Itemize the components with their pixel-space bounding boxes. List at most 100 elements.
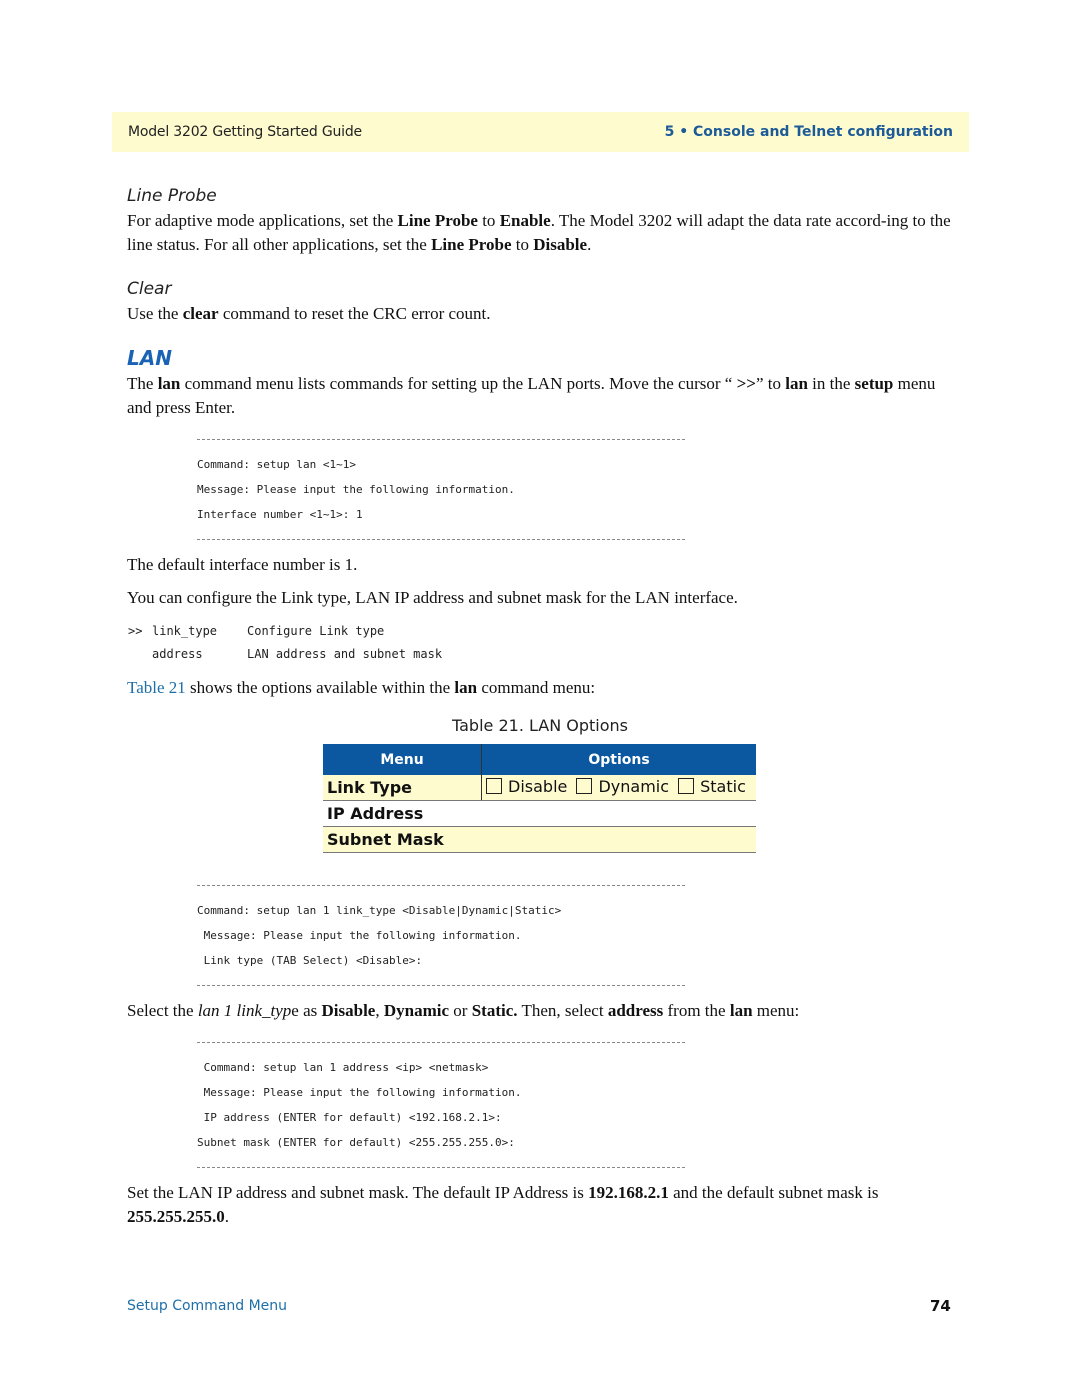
chapter-title: 5 • Console and Telnet configuration	[664, 124, 953, 140]
term: 192.168.2.1	[588, 1183, 669, 1202]
line-probe-heading: Line Probe	[127, 186, 217, 206]
select-link-type-text: Select the lan 1 link_type as Disable, D…	[127, 999, 957, 1023]
term: Static.	[471, 1001, 518, 1020]
text: command to reset the CRC error count.	[218, 304, 491, 323]
text: menu:	[752, 1001, 800, 1020]
text: .	[224, 1207, 229, 1226]
default-address-text: Set the LAN IP address and subnet mask. …	[127, 1181, 957, 1229]
text: ” to	[755, 374, 786, 393]
text: Select the	[127, 1001, 198, 1020]
term: lan	[785, 374, 808, 393]
checkbox-icon[interactable]	[486, 778, 502, 795]
divider	[197, 1167, 685, 1168]
options-cell	[481, 826, 756, 853]
option-dynamic[interactable]: Dynamic	[576, 777, 669, 796]
term: lan	[454, 678, 478, 697]
option-static[interactable]: Static	[678, 777, 746, 796]
table-row: IP Address	[323, 800, 756, 827]
code-line: Message: Please input the following info…	[197, 483, 515, 496]
menu-cell: Subnet Mask	[323, 826, 482, 853]
code-line: Command: setup lan 1 address <ip> <netma…	[197, 1061, 489, 1074]
lan-options-table: Menu Options Link Type Disable Dynamic S…	[323, 744, 756, 853]
term: setup	[854, 374, 894, 393]
code-block-setup-lan: Command: setup lan <1~1> Message: Please…	[197, 439, 685, 540]
code-line: Message: Please input the following info…	[197, 1086, 522, 1099]
page-header: Model 3202 Getting Started Guide 5 • Con…	[112, 112, 969, 152]
divider	[197, 985, 685, 986]
term: address	[607, 1001, 664, 1020]
code-line: Subnet mask (ENTER for default) <255.255…	[197, 1136, 515, 1149]
text: ,	[375, 1001, 384, 1020]
cursor-indicator	[128, 643, 152, 666]
options-cell	[481, 800, 756, 827]
options-cell: Disable Dynamic Static	[481, 775, 756, 801]
header-options: Options	[481, 744, 756, 775]
menu-cell: Link Type	[323, 775, 482, 801]
footer-section[interactable]: Setup Command Menu	[127, 1298, 287, 1314]
term: lan 1 link_typ	[197, 1001, 292, 1020]
page-number: 74	[930, 1297, 951, 1315]
header-menu: Menu	[323, 744, 482, 775]
text: For adaptive mode applications, set the	[127, 211, 398, 230]
text: e as	[291, 1001, 322, 1020]
term: 255.255.255.0	[127, 1207, 225, 1226]
text: shows the options available within the	[185, 678, 455, 697]
menu-description: LAN address and subnet mask	[247, 647, 443, 661]
term: >>	[736, 374, 756, 393]
table-reference-text: Table 21 shows the options available wit…	[127, 676, 957, 700]
option-label: Dynamic	[598, 776, 670, 796]
table-header-row: Menu Options	[323, 744, 756, 775]
code-line: Interface number <1~1>: 1	[197, 508, 363, 521]
text: in the	[807, 374, 855, 393]
menu-cell: IP Address	[323, 800, 482, 827]
term: Disable	[321, 1001, 376, 1020]
text: and the default subnet mask is	[668, 1183, 879, 1202]
line-probe-text: For adaptive mode applications, set the …	[127, 209, 957, 257]
guide-title: Model 3202 Getting Started Guide	[128, 124, 362, 140]
table-row: Link Type Disable Dynamic Static	[323, 775, 756, 801]
clear-heading: Clear	[127, 279, 172, 299]
term: Line Probe	[431, 235, 512, 254]
term: Dynamic	[383, 1001, 450, 1020]
text: command menu lists commands for setting …	[180, 374, 737, 393]
table-21-link[interactable]: Table 21	[127, 678, 186, 697]
text: Then, select	[517, 1001, 608, 1020]
lan-intro: The lan command menu lists commands for …	[127, 372, 957, 420]
menu-item-link-type[interactable]: >> link_type Configure Link type	[128, 620, 442, 643]
text: command menu:	[477, 678, 596, 697]
code-line: Link type (TAB Select) <Disable>:	[197, 954, 423, 967]
checkbox-icon[interactable]	[678, 778, 695, 795]
option-disable[interactable]: Disable	[486, 777, 567, 796]
clear-text: Use the clear command to reset the CRC e…	[127, 302, 957, 326]
code-block-link-type: Command: setup lan 1 link_type <Disable|…	[197, 885, 685, 986]
cursor-indicator: >>	[128, 624, 143, 638]
divider	[197, 539, 685, 540]
default-interface-text: The default interface number is 1.	[127, 555, 358, 574]
menu-command: address	[152, 647, 203, 661]
code-line: Message: Please input the following info…	[197, 929, 522, 942]
text: The	[127, 374, 158, 393]
text: or	[449, 1001, 472, 1020]
text: Use the	[127, 304, 183, 323]
checkbox-icon[interactable]	[576, 778, 593, 795]
lan-heading: LAN	[127, 346, 172, 370]
term: lan	[729, 1001, 753, 1020]
lan-menu-list: >> link_type Configure Link type address…	[128, 620, 442, 666]
text: to	[477, 211, 500, 230]
code-block-address: Command: setup lan 1 address <ip> <netma…	[197, 1042, 685, 1168]
text: .	[587, 235, 592, 254]
term: clear	[182, 304, 219, 323]
term: Enable	[499, 211, 551, 230]
term: Disable	[533, 235, 588, 254]
menu-command: link_type	[152, 624, 218, 638]
code-line: Command: setup lan <1~1>	[197, 458, 356, 471]
table-caption: Table 21. LAN Options	[452, 716, 629, 735]
option-label: Static	[700, 776, 746, 796]
text: from the	[663, 1001, 730, 1020]
text: to	[511, 235, 534, 254]
code-line: Command: setup lan 1 link_type <Disable|…	[197, 904, 562, 917]
term: lan	[157, 374, 181, 393]
menu-item-address[interactable]: address LAN address and subnet mask	[128, 643, 442, 666]
table-row: Subnet Mask	[323, 826, 756, 853]
option-label: Disable	[508, 776, 568, 796]
